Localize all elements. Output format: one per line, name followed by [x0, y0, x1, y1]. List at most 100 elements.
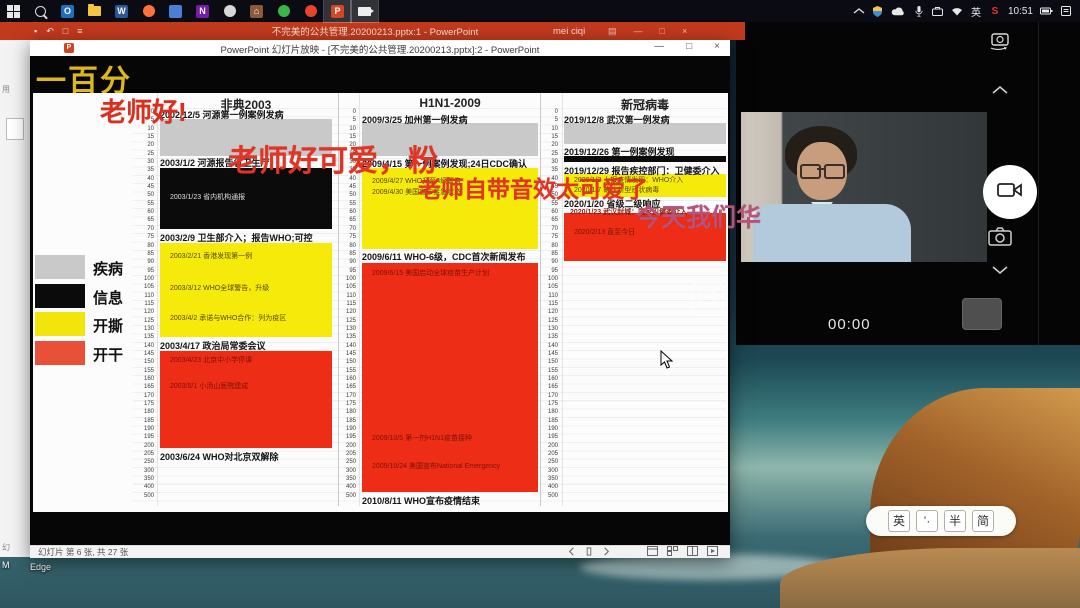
tray-clock[interactable]: 10:51 — [1008, 6, 1033, 17]
switch-camera-icon[interactable] — [986, 28, 1014, 52]
account-name[interactable]: mei ciqi — [553, 26, 585, 37]
record-video-button[interactable] — [983, 165, 1037, 219]
desktop-icon-label-m: M — [2, 560, 10, 570]
reading-view-icon[interactable] — [687, 546, 698, 558]
desktop-icon-label-edge[interactable]: Edge — [30, 562, 51, 572]
slide-canvas: 一百分 疾病信息开撕开干 非典20030 5 10 15 20 25 30 35… — [30, 56, 730, 545]
next-slide-icon[interactable] — [602, 547, 611, 558]
back-close-button[interactable]: × — [682, 26, 687, 37]
pen-tool-icon[interactable] — [585, 547, 593, 558]
onenote-icon: N — [196, 5, 209, 18]
timeline-sub-event: 2003/4/2 承诺与WHO合作：列为疫区 — [170, 313, 286, 323]
back-maximize-button[interactable]: □ — [660, 26, 665, 37]
front-minimize-button[interactable]: — — [654, 41, 664, 52]
timeline-block-red: 2003/4/23 北京中小学停课2003/5/1 小汤山医院建成 — [160, 351, 332, 448]
action-center-icon[interactable] — [1060, 6, 1072, 16]
legend-label: 疾病 — [93, 258, 123, 279]
ime-mode-box[interactable]: 简 — [972, 510, 994, 532]
timeline-block-red: 2009/6/15 美国启动全球疫苗生产计划 2009/10/5 第一剂H1N1疫… — [362, 263, 538, 492]
slideshow-titlebar: P PowerPoint 幻灯片放映 - [不完美的公共管理.20200213.… — [30, 40, 730, 57]
gutter-line — [562, 93, 563, 506]
back-minimize-button[interactable]: — — [634, 26, 643, 37]
app-green-icon — [278, 5, 290, 17]
sogou-icon[interactable]: S — [989, 6, 1001, 17]
battery-icon[interactable] — [1040, 7, 1053, 15]
preview-icon[interactable]: □ — [63, 26, 68, 37]
word-taskbar-button[interactable]: W — [108, 0, 135, 22]
skype-taskbar-button[interactable] — [216, 0, 243, 22]
wallpaper-cliff — [870, 388, 1080, 564]
statusbar-partial-text: 幻 — [2, 542, 10, 553]
camera-panel-divider — [1038, 22, 1039, 345]
front-close-button[interactable]: × — [714, 41, 720, 52]
slideshow-statusbar: 幻灯片 第 6 张, 共 27 张 — [30, 545, 730, 558]
mic-icon[interactable] — [913, 6, 925, 17]
timeline-sub-event: 2009/10/24 美国宣布National Emergency — [372, 461, 500, 471]
save-icon[interactable]: ▪ — [34, 26, 37, 37]
chevron-down-icon[interactable] — [990, 264, 1010, 276]
outlook-icon: O — [61, 5, 74, 18]
front-window-controls: — □ × — [654, 41, 720, 52]
chevron-up-icon[interactable] — [853, 8, 865, 14]
normal-view-icon[interactable] — [647, 546, 658, 558]
danmaku-comment: 老师好! — [100, 92, 187, 129]
menu-icon[interactable]: ≡ — [77, 26, 82, 37]
cloud-icon[interactable] — [891, 7, 906, 16]
legend-swatch — [35, 284, 85, 308]
screen: M Edge 00:00 ▪↶□≡ 不完美的公共管理.20200213.pptx… — [0, 0, 1080, 608]
grid-view-icon[interactable] — [667, 546, 678, 558]
slideshow-title: PowerPoint 幻灯片放映 - [不完美的公共管理.20200213.pp… — [130, 42, 630, 56]
camera-taskbar-button[interactable] — [351, 0, 378, 22]
timeline-ticks: 0 5 10 15 20 25 30 35 40 45 50 55 60 65 … — [139, 108, 154, 500]
app-orange-taskbar-button[interactable] — [297, 0, 324, 22]
timeline-sub-event: 2009/6/15 美国启动全球疫苗生产计划 — [372, 268, 489, 278]
take-photo-icon[interactable] — [987, 226, 1013, 248]
start-taskbar-button[interactable] — [0, 0, 27, 22]
powerpoint-taskbar-button[interactable]: P — [324, 0, 351, 22]
onenote-taskbar-button[interactable]: N — [189, 0, 216, 22]
ime-mode-box[interactable]: ’· — [916, 510, 938, 532]
network-icon[interactable] — [951, 7, 963, 16]
mouse-cursor — [660, 350, 674, 375]
recording-timer: 00:00 — [828, 316, 871, 333]
timeline-event: 2003/2/9 卫生部介入；报告WHO;可控 — [160, 231, 313, 244]
outlook-taskbar-button[interactable]: O — [54, 0, 81, 22]
back-ribbon-options-button[interactable]: ▤ — [608, 26, 617, 37]
front-maximize-button[interactable]: □ — [686, 41, 692, 52]
prev-slide-icon[interactable] — [567, 547, 576, 558]
word-icon: W — [115, 5, 128, 18]
onedrive-icon[interactable] — [872, 6, 884, 17]
danmaku-comment: 老师自带音效太可爱了 — [418, 170, 648, 204]
app-green-taskbar-button[interactable] — [270, 0, 297, 22]
timeline-sub-event: 2009/10/5 第一剂H1N1疫苗接种 — [372, 433, 472, 443]
timeline-block-gray — [564, 123, 726, 144]
windows-taskbar: O W N ⌂ P 英S 10:51 — [0, 0, 1080, 22]
photo-thumbnail[interactable] — [962, 298, 1002, 330]
app-blue-taskbar-button[interactable] — [162, 0, 189, 22]
firefox-icon — [143, 5, 155, 17]
slide-counter: 幻灯片 第 6 张, 共 27 张 — [30, 546, 128, 558]
home-app-taskbar-button[interactable]: ⌂ — [243, 0, 270, 22]
firefox-taskbar-button[interactable] — [135, 0, 162, 22]
file-explorer-taskbar-button[interactable] — [81, 0, 108, 22]
powerpoint-editor-titlebar: ▪↶□≡ 不完美的公共管理.20200213.pptx:1 - PowerPoi… — [0, 22, 745, 40]
meet-now-icon[interactable] — [932, 7, 944, 16]
slide-thumbnail[interactable] — [6, 118, 24, 140]
gutter-line — [157, 93, 158, 506]
undo-icon[interactable]: ↶ — [46, 26, 54, 37]
powerpoint-icon: P — [64, 43, 74, 53]
column-separator — [540, 93, 541, 506]
app-blue-icon — [169, 5, 182, 18]
ime-mode-box[interactable]: 英 — [888, 510, 910, 532]
slideshow-view-icon[interactable] — [707, 546, 718, 558]
home-app-icon: ⌂ — [250, 5, 263, 18]
chevron-up-icon[interactable] — [990, 84, 1010, 96]
legend-swatch — [35, 312, 85, 336]
back-window-controls: ▤ — □ × — [608, 26, 687, 37]
search-taskbar-button[interactable] — [27, 0, 54, 22]
legend-label: 开撕 — [93, 315, 123, 336]
timeline-sub-event: 2003/2/21 香港发现第一例 — [170, 251, 252, 261]
ime-lang-indicator[interactable]: 英 — [970, 4, 982, 19]
ime-mode-box[interactable]: 半 — [944, 510, 966, 532]
legend-label: 开干 — [93, 344, 123, 365]
